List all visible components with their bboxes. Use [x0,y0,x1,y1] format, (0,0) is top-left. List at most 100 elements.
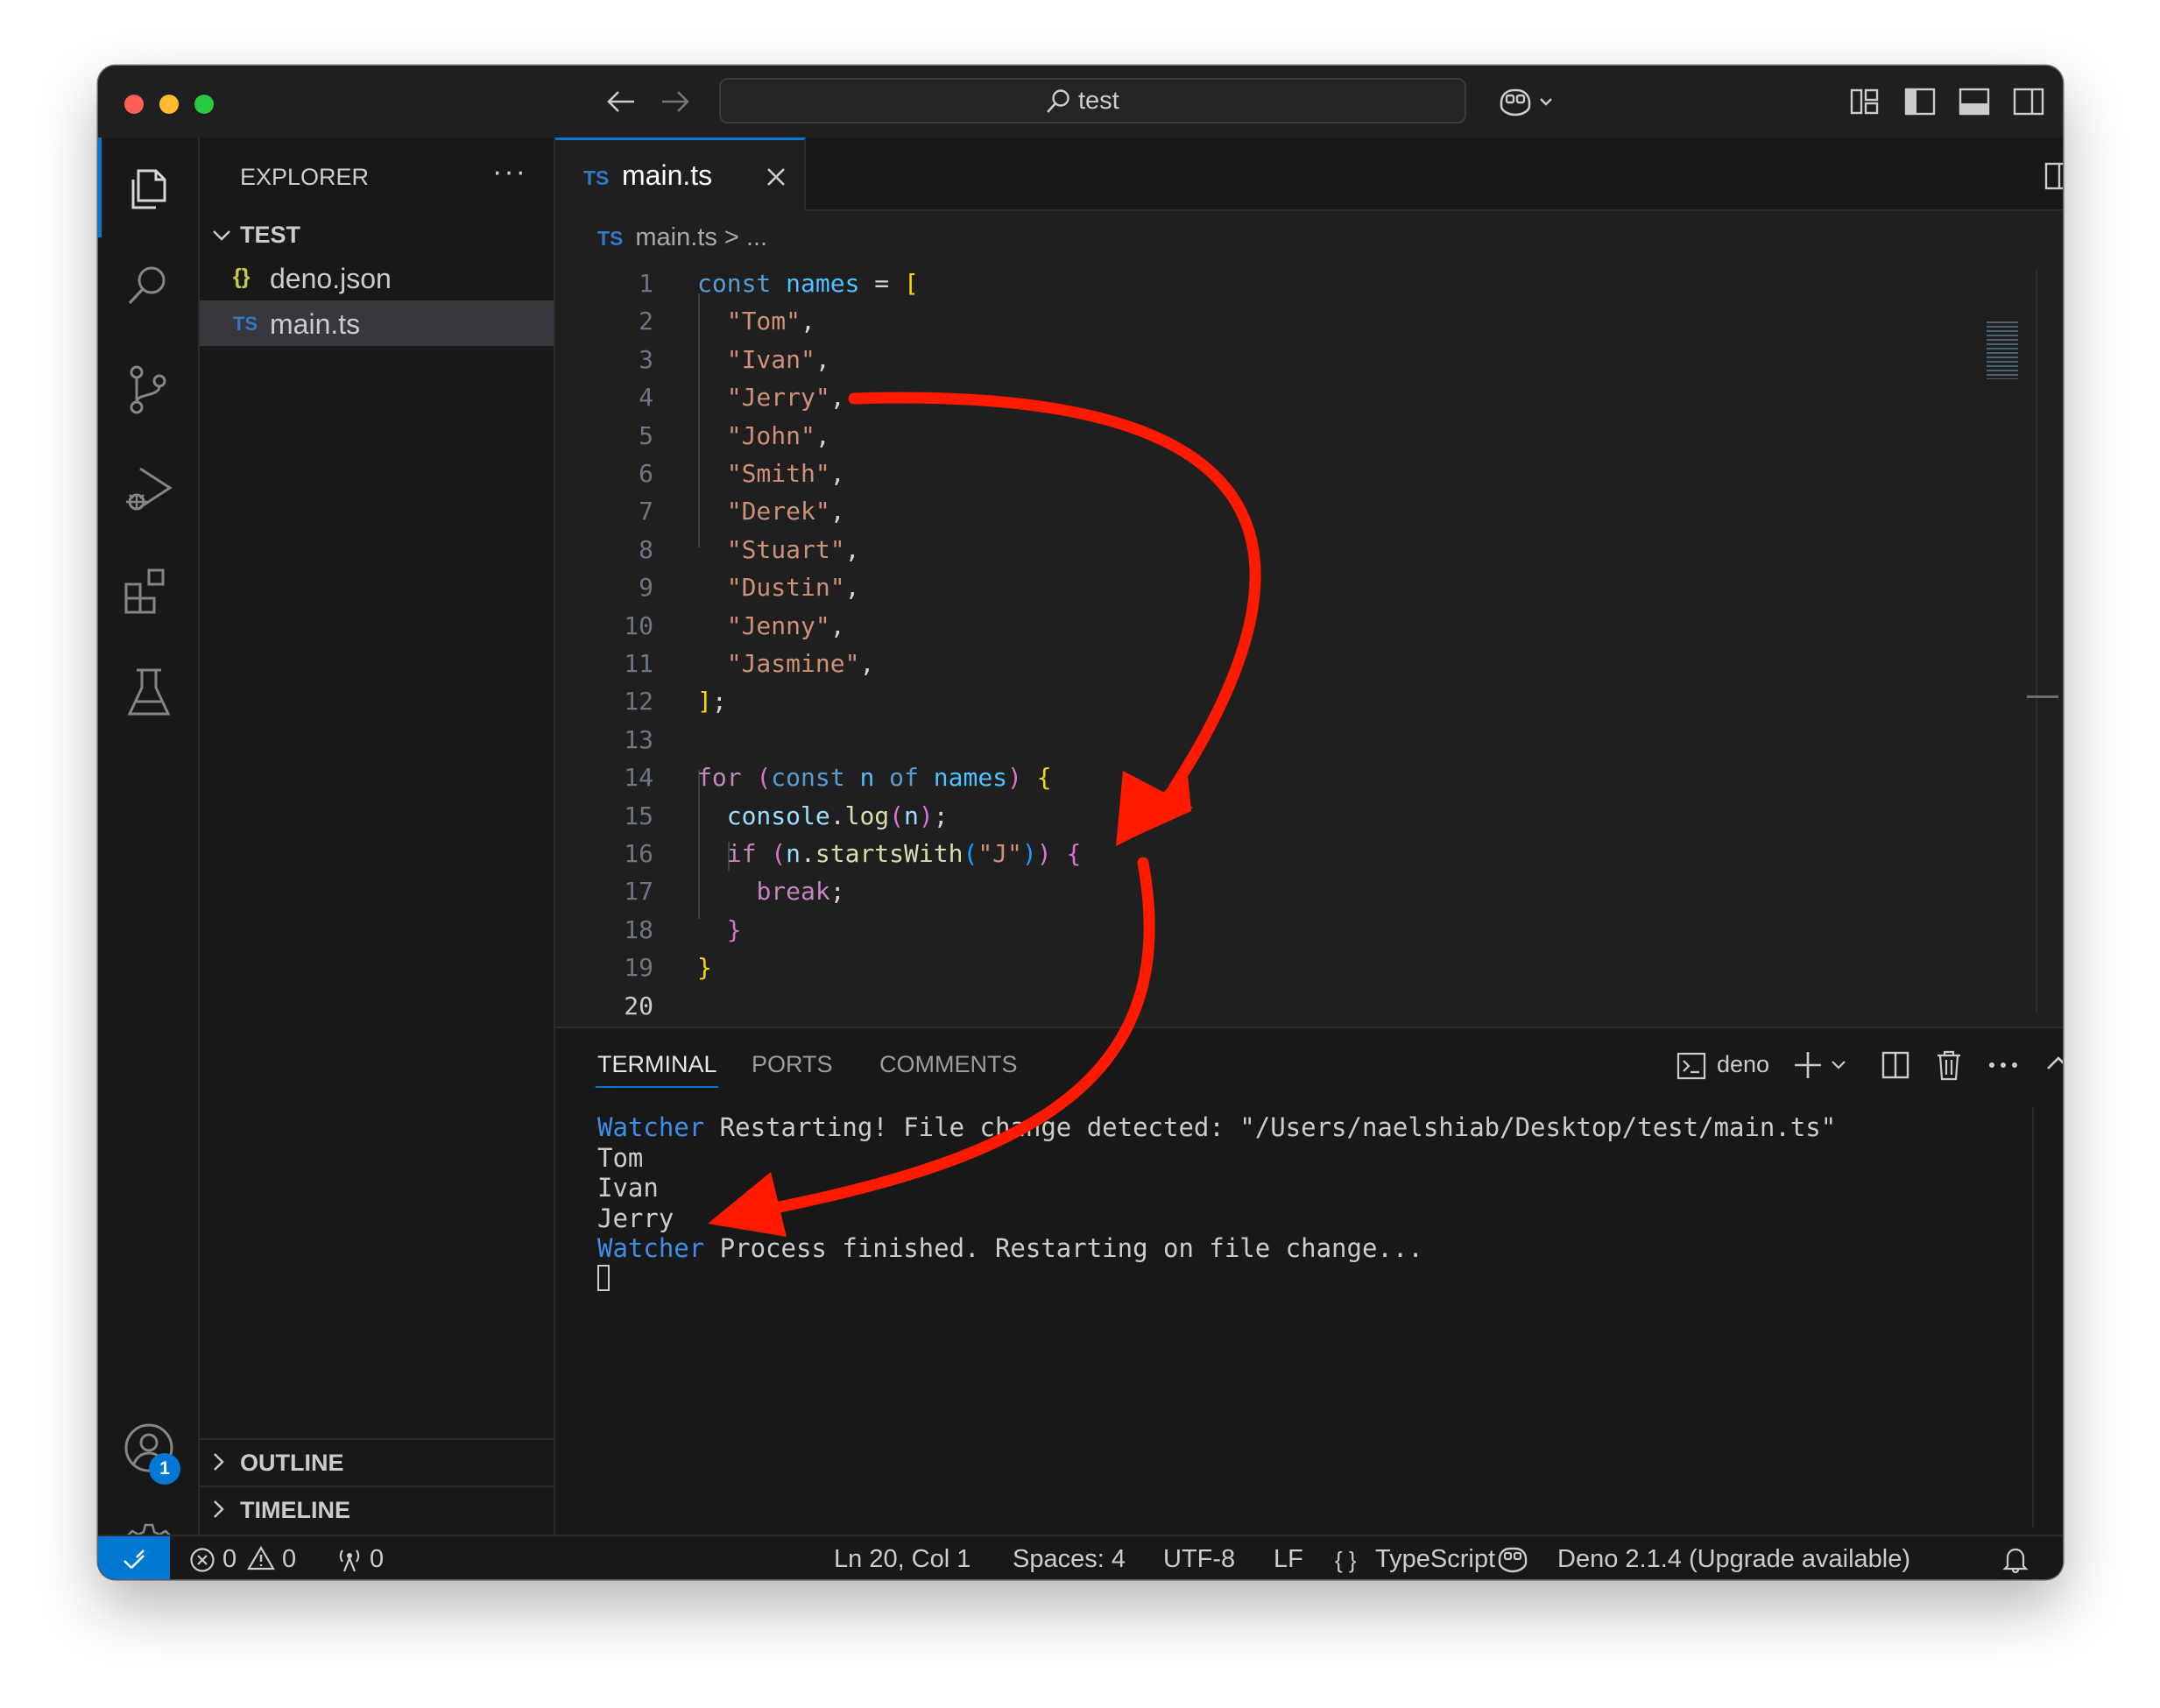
code-editor[interactable]: 1 const names = [2 "Tom", 3 "Ivan", 4 "Jerr… [555,262,2063,1154]
source-control-icon[interactable] [124,363,172,416]
file-deno-json[interactable]: {} deno.json [200,255,554,300]
copilot-icon[interactable] [1496,1543,1529,1575]
code-token: } [726,914,742,944]
code-token: break [756,877,830,907]
tab-ports[interactable]: PORTS [752,1051,833,1078]
cursor-position[interactable]: Ln 20, Col 1 [834,1545,971,1574]
command-center-search[interactable]: test [719,78,1466,124]
code-token: startsWith [815,839,964,868]
code-token: ; [829,877,845,907]
line-number: 4 [639,383,653,413]
terminal-line: Watcher Restarting! File change detected… [597,1112,1836,1143]
code-token: n [904,801,919,830]
back-arrow-icon[interactable] [606,88,636,115]
explorer-more-actions[interactable]: ··· [492,155,527,189]
code-token: "John" [726,420,815,450]
title-bar: test [98,66,2063,139]
code-token: const [697,269,772,298]
toggle-secondary-sidebar-icon[interactable] [2013,87,2044,116]
breadcrumb-file[interactable]: main.ts [635,223,716,251]
ports-count[interactable]: 0 [370,1545,384,1574]
testing-flask-icon[interactable] [126,667,172,719]
deno-version[interactable]: Deno 2.1.4 (Upgrade available) [1557,1545,1910,1574]
terminal-output[interactable]: Watcher Restarting! File change detected… [597,1112,1836,1264]
more-actions-icon[interactable] [1988,1062,2018,1069]
line-number: 5 [639,420,653,450]
code-token: "Jasmine" [726,649,860,678]
warning-count[interactable]: 0 [282,1545,296,1574]
forward-arrow-icon[interactable] [660,88,690,115]
code-token: , [829,383,845,413]
remote-indicator[interactable] [98,1536,170,1579]
code-token: ( [889,801,905,830]
active-tab-underline [596,1086,718,1088]
code-token: ) [1007,763,1022,793]
code-token: "Ivan" [726,344,815,374]
split-terminal-icon[interactable] [1881,1051,1909,1079]
line-number: 12 [624,687,653,716]
minimap[interactable] [1987,321,2018,379]
tab-terminal[interactable]: TERMINAL [597,1051,717,1078]
error-count[interactable]: 0 [222,1545,236,1574]
close-window-button[interactable] [124,95,144,114]
language-mode[interactable]: TypeScript [1375,1545,1495,1574]
tab-main-ts[interactable]: TS main.ts [555,138,806,211]
run-and-debug-icon[interactable] [123,463,175,516]
terminal-cursor [597,1265,610,1291]
indentation[interactable]: Spaces: 4 [1013,1545,1126,1574]
explorer-files-icon[interactable] [124,166,172,213]
minimize-window-button[interactable] [159,95,179,114]
close-tab-icon[interactable] [766,166,787,187]
code-line: if (n.startsWith("J")) { [697,839,1082,868]
line-number: 3 [639,344,653,374]
code-token: , [801,307,815,336]
active-view-indicator [98,138,102,237]
split-editor-icon[interactable] [2044,162,2063,190]
code-line: } [697,953,712,982]
notifications-bell-icon[interactable] [2002,1545,2029,1573]
file-main-ts[interactable]: TS main.ts [200,300,554,346]
error-icon [190,1548,215,1572]
terminal-text: Tom [597,1142,644,1173]
code-line: "Derek", [697,497,845,526]
tab-comments[interactable]: COMMENTS [879,1051,1018,1078]
breadcrumb-separator: > [716,223,746,251]
terminal-name[interactable]: deno [1717,1051,1769,1078]
code-line: "Jenny", [697,611,845,640]
breadcrumb[interactable]: TS main.ts > ... [597,223,767,252]
toggle-panel-icon[interactable] [1959,87,1990,116]
maximize-panel-chevron-up-icon[interactable] [2046,1055,2063,1072]
breadcrumb-symbol[interactable]: ... [746,223,767,251]
timeline-section[interactable]: TIMELINE [200,1486,554,1533]
folder-test[interactable]: TEST [200,216,554,255]
typescript-icon: TS [597,227,624,250]
extensions-icon[interactable] [123,565,175,618]
toggle-primary-sidebar-icon[interactable] [1904,87,1936,116]
code-token: , [844,534,860,564]
code-token: n [786,839,801,868]
code-token: ; [933,801,949,830]
overview-ruler-cursor [2027,695,2058,698]
trash-icon[interactable] [1936,1049,1962,1081]
line-number: 15 [624,801,653,830]
line-number: 16 [624,839,653,868]
copilot-icon[interactable] [1497,85,1558,118]
code-token: of [889,763,919,793]
search-icon[interactable] [124,262,172,309]
maximize-window-button[interactable] [194,95,214,114]
end-of-line[interactable]: LF [1274,1545,1303,1574]
customize-layout-icon[interactable] [1850,87,1880,116]
code-token: ( [756,763,772,793]
line-number: 20 [624,991,653,1020]
code-token: "Stuart" [726,534,845,564]
encoding[interactable]: UTF-8 [1163,1545,1235,1574]
outline-section[interactable]: OUTLINE [200,1438,554,1486]
terminal-icon [1676,1052,1706,1080]
explorer-title: EXPLORER [240,164,370,190]
new-terminal-icon[interactable] [1794,1049,1855,1081]
